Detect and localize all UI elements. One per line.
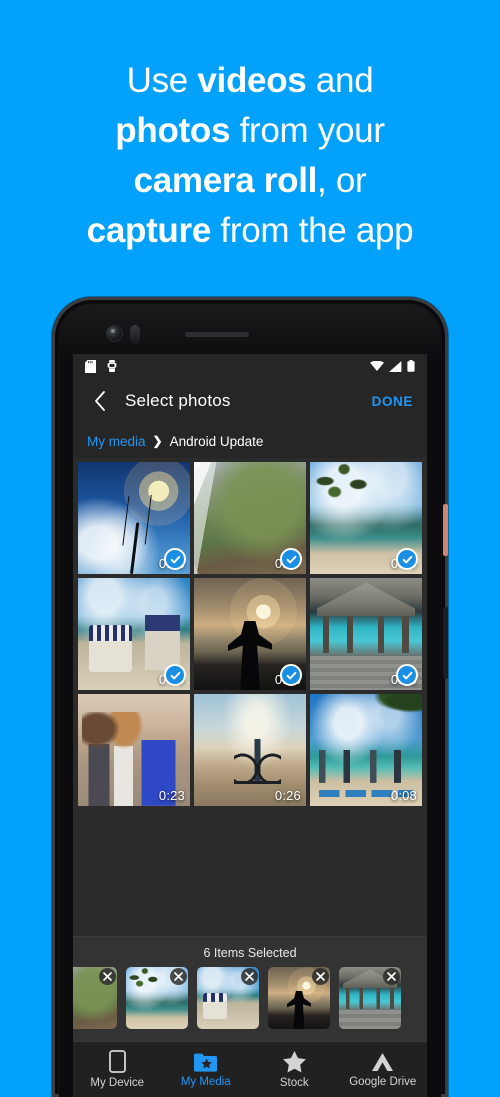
bottom-nav-item-stock[interactable]: Stock — [250, 1042, 339, 1097]
close-icon — [387, 972, 396, 981]
video-duration-label: 0:08 — [390, 788, 417, 803]
bottom-nav-label: My Media — [180, 1075, 231, 1088]
battery-icon — [407, 360, 415, 372]
headline-text: Use — [126, 61, 198, 100]
chevron-left-icon — [95, 391, 105, 411]
selected-thumbnail[interactable] — [339, 967, 401, 1029]
done-button[interactable]: DONE — [372, 394, 413, 409]
breadcrumb-root[interactable]: My media — [87, 434, 146, 449]
bottom-nav-item-google-drive[interactable]: Google Drive — [339, 1042, 428, 1097]
media-grid: 0:200:270:19 0:090:130:25 0:23 0:26 0:08 — [73, 458, 427, 806]
back-button[interactable] — [87, 388, 113, 414]
media-grid-item[interactable]: 0:20 — [78, 462, 190, 574]
bottom-nav-label: My Device — [90, 1077, 145, 1089]
close-icon — [316, 972, 325, 981]
star-icon — [282, 1050, 306, 1072]
bottom-nav-label: Google Drive — [349, 1075, 417, 1088]
headline-text: and — [306, 61, 374, 100]
palm-frond — [374, 694, 422, 717]
phone-icon — [108, 1050, 126, 1073]
selected-check-icon[interactable] — [164, 664, 186, 686]
power-button[interactable] — [443, 504, 448, 556]
media-grid-item[interactable]: 0:26 — [194, 694, 306, 806]
promo-headline: Use videos and photos from your camera r… — [0, 56, 500, 256]
earpiece-speaker — [185, 332, 249, 337]
remove-thumbnail-button[interactable] — [170, 968, 187, 985]
page-title: Select photos — [125, 391, 231, 410]
hut-deck — [339, 1010, 401, 1029]
proximity-sensor-icon — [130, 325, 140, 344]
media-grid-item[interactable]: 0:13 — [194, 578, 306, 690]
bottom-nav-item-my-device[interactable]: My Device — [73, 1042, 162, 1097]
status-bar-right-icons — [370, 360, 415, 372]
android-robot-icon — [107, 359, 117, 372]
hut-posts — [346, 987, 394, 1009]
phone-screen: Select photos DONE My media ❯ Android Up… — [73, 354, 427, 1097]
breadcrumb-current: Android Update — [169, 433, 264, 449]
selected-check-icon[interactable] — [164, 548, 186, 570]
selected-thumbnail[interactable] — [126, 967, 188, 1029]
headline-emphasis: photos — [115, 111, 231, 150]
headline-emphasis: capture — [86, 211, 212, 250]
selected-thumbnail[interactable] — [73, 967, 117, 1029]
selection-tray: 6 Items Selected — [73, 936, 427, 1041]
selected-count-label: 6 Items Selected — [203, 946, 297, 960]
headline-text: , or — [317, 161, 367, 200]
chevron-right-icon: ❯ — [152, 434, 163, 448]
headline-line-1: Use videos and — [0, 56, 500, 106]
status-bar — [73, 354, 427, 378]
hut-posts — [323, 614, 409, 654]
bottom-nav-item-my-media[interactable]: My Media — [162, 1042, 251, 1097]
phone-body: Select photos DONE My media ❯ Android Up… — [59, 304, 441, 1097]
headline-emphasis: videos — [197, 61, 307, 100]
selected-check-icon[interactable] — [280, 664, 302, 686]
close-icon — [103, 972, 112, 981]
status-bar-left-icons — [85, 359, 118, 373]
video-duration-label: 0:23 — [158, 788, 185, 803]
media-grid-item[interactable]: 0:09 — [78, 578, 190, 690]
remove-thumbnail-button[interactable] — [383, 968, 400, 985]
selected-thumbnail[interactable] — [197, 967, 259, 1029]
media-grid-item[interactable]: 0:19 — [310, 462, 422, 574]
wifi-icon — [370, 360, 384, 371]
volume-button[interactable] — [443, 607, 448, 679]
close-icon — [174, 972, 183, 981]
headline-line-3: camera roll, or — [0, 156, 500, 206]
headline-text: from your — [230, 111, 385, 150]
video-duration-label: 0:26 — [274, 788, 301, 803]
selected-check-icon[interactable] — [396, 548, 418, 570]
media-grid-item[interactable]: 0:08 — [310, 694, 422, 806]
remove-thumbnail-button[interactable] — [99, 968, 116, 985]
sd-card-icon — [85, 359, 96, 373]
cell-signal-icon — [389, 360, 402, 372]
close-icon — [245, 972, 254, 981]
app-bar: Select photos DONE — [73, 378, 427, 424]
headline-line-4: capture from the app — [0, 206, 500, 256]
headline-emphasis: camera roll — [133, 161, 318, 200]
google-drive-icon — [372, 1052, 394, 1071]
media-grid-item[interactable]: 0:23 — [78, 694, 190, 806]
bottom-navigation: My Device My Media Stock Google Drive — [73, 1041, 427, 1097]
headline-text: from the app — [211, 211, 414, 250]
selected-check-icon[interactable] — [280, 548, 302, 570]
front-camera-icon — [107, 326, 122, 341]
media-grid-item[interactable]: 0:27 — [194, 462, 306, 574]
phone-mockup: Select photos DONE My media ❯ Android Up… — [52, 297, 448, 1097]
folder-star-icon — [194, 1053, 218, 1072]
selected-thumbnail-strip[interactable] — [73, 967, 427, 1035]
breadcrumb: My media ❯ Android Update — [73, 424, 427, 458]
headline-line-2: photos from your — [0, 106, 500, 156]
selected-check-icon[interactable] — [396, 664, 418, 686]
remove-thumbnail-button[interactable] — [312, 968, 329, 985]
selected-thumbnail[interactable] — [268, 967, 330, 1029]
remove-thumbnail-button[interactable] — [241, 968, 258, 985]
media-grid-item[interactable]: 0:25 — [310, 578, 422, 690]
